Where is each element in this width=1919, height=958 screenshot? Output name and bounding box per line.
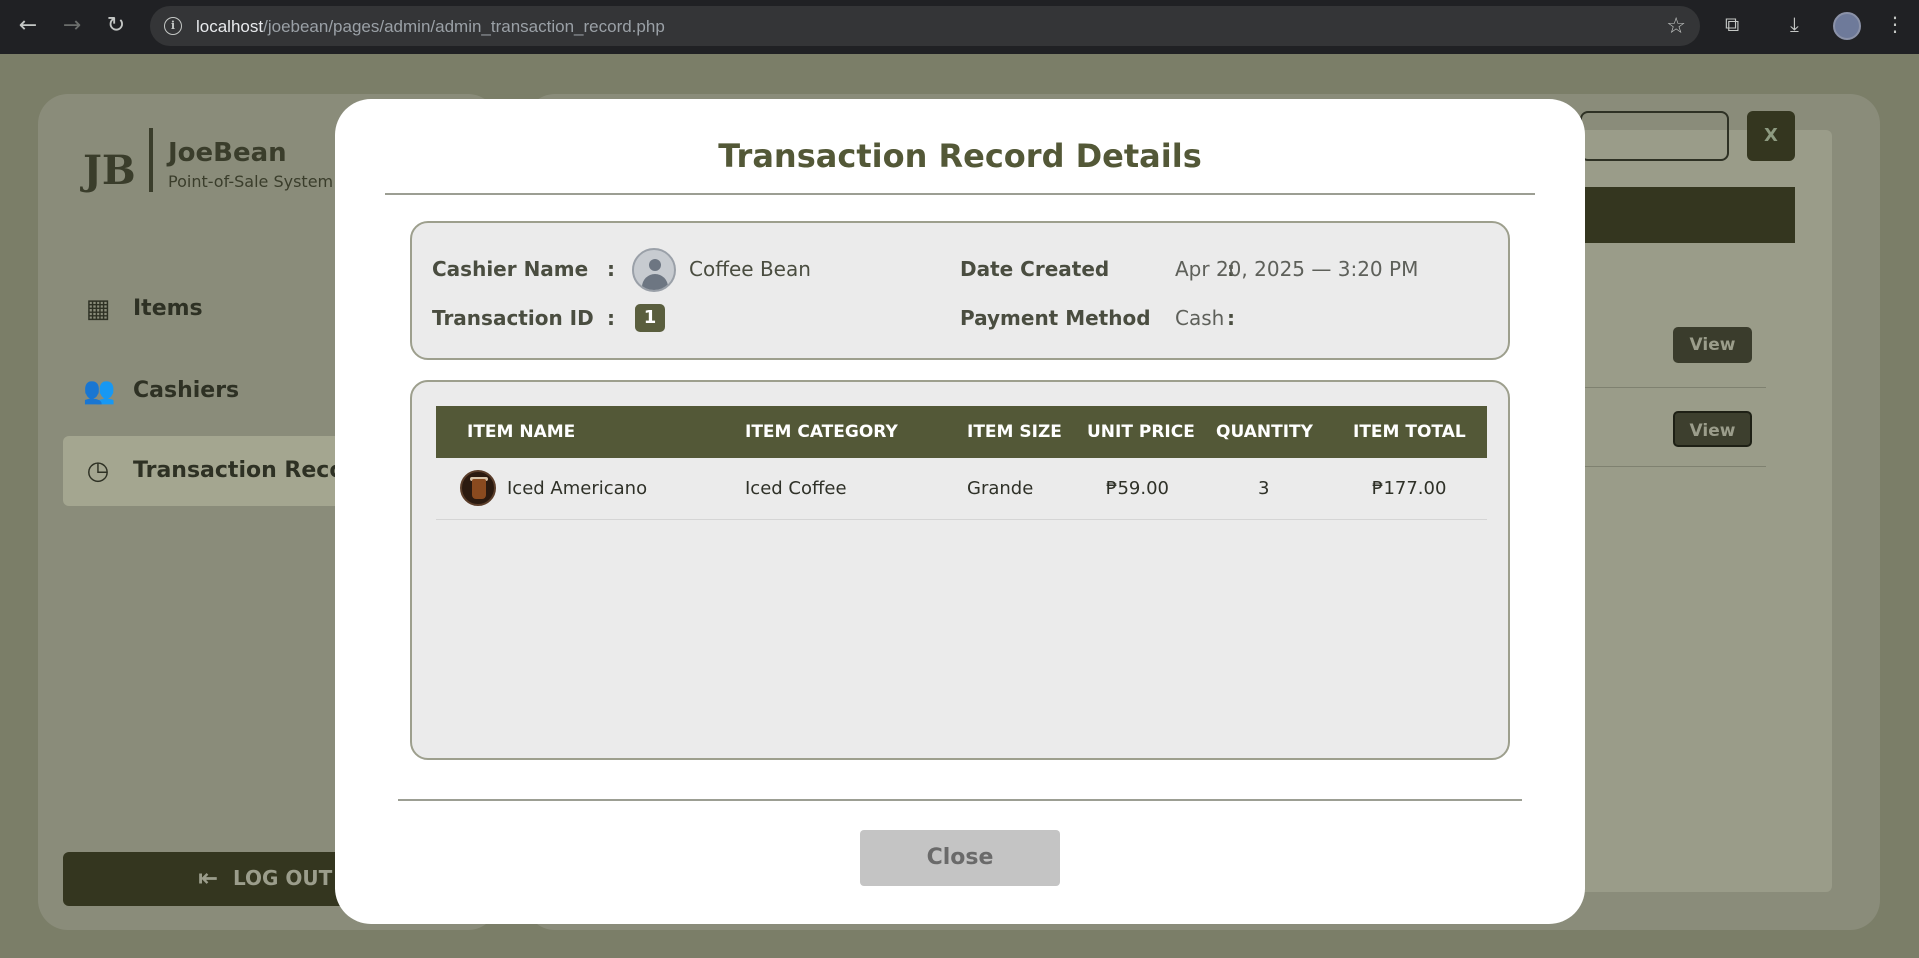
modal-title: Transaction Record Details — [718, 137, 1202, 175]
divider — [385, 193, 1535, 195]
profile-avatar[interactable] — [1833, 12, 1861, 40]
payment-method-label: Payment Method — [960, 306, 1151, 330]
grid-icon: ▦ — [85, 294, 111, 324]
bookmark-star-icon[interactable]: ☆ — [1666, 14, 1686, 39]
item-total: ₱177.00 — [1372, 478, 1447, 499]
url-text: localhost/joebean/pages/admin/admin_tran… — [196, 17, 665, 36]
item-size: Grande — [967, 478, 1034, 499]
view-button[interactable]: View — [1673, 327, 1752, 363]
excel-export-button[interactable]: X — [1747, 111, 1795, 161]
transaction-id-label: Transaction ID — [432, 306, 594, 330]
items-table-card: ITEM NAME ITEM CATEGORY ITEM SIZE UNIT P… — [410, 380, 1510, 760]
excel-icon: X — [1764, 125, 1778, 146]
view-button[interactable]: View — [1673, 411, 1752, 447]
row-divider — [1580, 387, 1766, 388]
item-category: Iced Coffee — [745, 478, 847, 499]
brand-subtitle: Point-of-Sale System — [168, 172, 334, 191]
divider — [398, 799, 1522, 801]
close-button[interactable]: Close — [860, 830, 1060, 886]
browser-toolbar: ← → ↻ i localhost/joebean/pages/admin/ad… — [0, 0, 1919, 54]
colon: : — [1227, 306, 1235, 330]
brand-divider — [149, 128, 153, 192]
colon: : — [607, 306, 615, 330]
forward-icon[interactable]: → — [58, 12, 86, 40]
date-created-value: Apr 20, 2025 — 3:20 PM — [1175, 257, 1419, 281]
column-header: ITEM TOTAL — [1353, 422, 1466, 442]
item-image — [460, 470, 496, 506]
brand-name: JoeBean — [168, 138, 287, 168]
reload-icon[interactable]: ↻ — [102, 12, 130, 40]
transaction-details-modal: Transaction Record Details Cashier Name … — [335, 99, 1585, 924]
back-icon[interactable]: ← — [14, 12, 42, 40]
column-header: QUANTITY — [1216, 422, 1313, 442]
row-divider — [1580, 466, 1766, 467]
column-header: ITEM NAME — [467, 422, 576, 442]
users-icon: 👥 — [83, 376, 116, 406]
table-row: Iced Americano Iced Coffee Grande ₱59.00… — [436, 458, 1487, 520]
colon: : — [607, 257, 615, 281]
transaction-info-card: Cashier Name : Coffee Bean Transaction I… — [410, 221, 1510, 360]
download-icon[interactable]: ⤓ — [1790, 12, 1799, 36]
extensions-icon[interactable]: ⧉ — [1725, 12, 1739, 36]
column-header: ITEM CATEGORY — [745, 422, 898, 442]
column-header: ITEM SIZE — [967, 422, 1062, 442]
item-unit-price: ₱59.00 — [1106, 478, 1169, 499]
transaction-id-badge: 1 — [635, 304, 665, 332]
cashier-name-value: Coffee Bean — [689, 257, 811, 281]
item-quantity: 3 — [1258, 478, 1270, 499]
date-created-label: Date Created — [960, 257, 1110, 281]
menu-icon[interactable]: ⋮ — [1885, 12, 1905, 36]
cashier-name-label: Cashier Name — [432, 257, 589, 281]
item-name: Iced Americano — [507, 478, 648, 499]
search-input[interactable] — [1580, 111, 1729, 161]
address-bar[interactable]: i localhost/joebean/pages/admin/admin_tr… — [150, 6, 1700, 46]
brand-logo-icon: JB — [83, 147, 136, 194]
items-table-header: ITEM NAME ITEM CATEGORY ITEM SIZE UNIT P… — [436, 406, 1487, 458]
clock-icon: ◷ — [86, 456, 110, 486]
records-table-header — [1580, 187, 1795, 243]
cashier-avatar — [632, 248, 676, 292]
site-info-icon[interactable]: i — [164, 17, 182, 35]
payment-method-value: Cash — [1175, 306, 1225, 330]
column-header: UNIT PRICE — [1087, 422, 1195, 442]
logout-icon: ⇤ — [198, 864, 219, 892]
